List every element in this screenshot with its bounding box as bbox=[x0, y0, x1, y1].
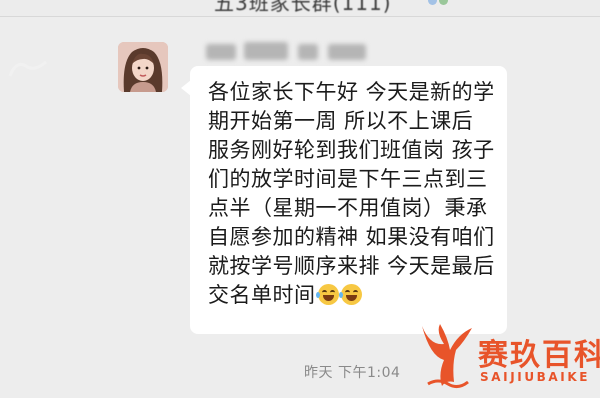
message-line: 期开始第一周 所以不上课后 bbox=[208, 109, 474, 133]
message-line: 们的放学时间是下午三点到三 bbox=[208, 167, 488, 191]
sender-name-redacted bbox=[200, 40, 390, 64]
message-line: 服务刚好轮到我们班值岗 孩子 bbox=[208, 138, 495, 162]
message-line-last: 交名单时间 bbox=[208, 281, 497, 310]
sender-avatar[interactable] bbox=[118, 42, 168, 92]
brand-name: 赛玖百科 bbox=[478, 338, 600, 373]
message-text: 各位家长下午好 今天是新的学 期开始第一周 所以不上课后 服务刚好轮到我们班值岗… bbox=[208, 78, 497, 310]
grinning-sweat-emoji-icon bbox=[315, 284, 339, 305]
chat-title-bar: 五3班家长群(111) bbox=[0, 0, 600, 17]
message-timestamp: 昨天 下午1:04 bbox=[304, 365, 401, 381]
message-line: 各位家长下午好 今天是新的学 bbox=[208, 80, 495, 104]
brand-watermark: 赛玖百科 SAIJIUBAIKE bbox=[418, 318, 600, 398]
brand-subtitle: SAIJIUBAIKE bbox=[480, 370, 591, 384]
chat-title: 五3班家长群(111) bbox=[214, 0, 392, 15]
group-status-icon bbox=[428, 0, 450, 10]
message-line: 自愿参加的精神 如果没有咱们 bbox=[208, 225, 495, 249]
message-line: 点半（星期一不用值岗）秉承 bbox=[208, 196, 488, 220]
watermark-icon bbox=[8, 60, 47, 77]
message-line: 就按学号顺序来排 今天是最后 bbox=[208, 254, 495, 278]
message-bubble[interactable]: 各位家长下午好 今天是新的学 期开始第一周 所以不上课后 服务刚好轮到我们班值岗… bbox=[181, 66, 507, 334]
grinning-sweat-emoji-icon bbox=[338, 284, 362, 305]
whale-tail-logo-icon bbox=[422, 324, 472, 389]
